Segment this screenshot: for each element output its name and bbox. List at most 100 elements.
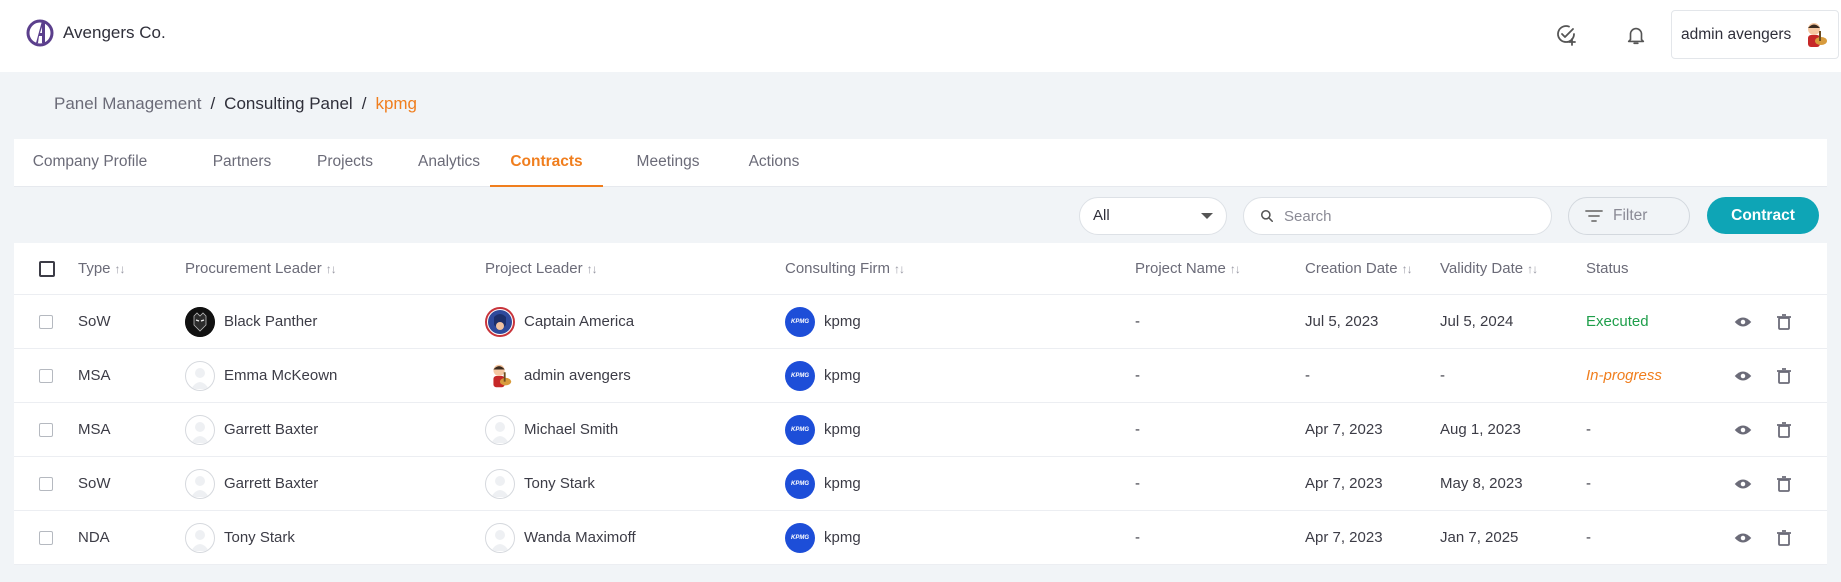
caret-down-icon	[1201, 213, 1213, 219]
trash-icon[interactable]	[1774, 474, 1794, 494]
header-type[interactable]: Type ↑↓	[78, 243, 126, 294]
trash-icon[interactable]	[1774, 420, 1794, 440]
bell-icon[interactable]	[1623, 22, 1649, 48]
tab-bar: Company Profile Partners Projects Analyt…	[14, 139, 1827, 187]
row-checkbox[interactable]	[39, 314, 53, 329]
trash-icon[interactable]	[1774, 312, 1794, 332]
eye-icon[interactable]	[1733, 420, 1753, 440]
table-row[interactable]: SoW Garrett Baxter Tony Stark KPMG kpmg - Apr …	[14, 457, 1827, 511]
kpmg-logo-icon: KPMG	[785, 414, 815, 445]
brand[interactable]: Avengers Co.	[26, 18, 166, 48]
consulting-firm-cell: KPMG kpmg	[785, 295, 861, 348]
validity-date-cell: May 8, 2023	[1440, 475, 1523, 492]
project-leader-cell: Wanda Maximoff	[485, 511, 636, 564]
contracts-table: Type ↑↓ Procurement Leader ↑↓ Project Lead…	[14, 243, 1827, 565]
row-checkbox-cell[interactable]	[39, 457, 53, 510]
creation-date-cell: -	[1305, 367, 1310, 384]
validity-date-cell: Jan 7, 2025	[1440, 529, 1519, 546]
top-bar: Avengers Co. admin avengers	[0, 0, 1841, 72]
add-contract-button[interactable]: Contract	[1707, 197, 1819, 234]
header-procurement-leader[interactable]: Procurement Leader ↑↓	[185, 243, 337, 294]
table-header: Type ↑↓ Procurement Leader ↑↓ Project Lead…	[14, 243, 1827, 295]
status-badge: Executed	[1586, 313, 1649, 330]
table-row[interactable]: NDA Tony Stark Wanda Maximoff KPMG kpmg - Apr …	[14, 511, 1827, 565]
creation-date-cell: Apr 7, 2023	[1305, 475, 1383, 492]
consulting-firm-cell: KPMG kpmg	[785, 511, 861, 564]
consulting-firm-cell: KPMG kpmg	[785, 457, 861, 510]
header-creation-date[interactable]: Creation Date ↑↓	[1305, 243, 1413, 294]
row-checkbox-cell[interactable]	[39, 403, 53, 456]
validity-date-cell: Jul 5, 2024	[1440, 313, 1514, 330]
table-row[interactable]: MSA Garrett Baxter Michael Smith KPMG kpmg - A…	[14, 403, 1827, 457]
trash-icon[interactable]	[1774, 366, 1794, 386]
brand-name: Avengers Co.	[63, 23, 166, 42]
type-select[interactable]: All	[1079, 197, 1227, 235]
sort-icon[interactable]: ↑↓	[894, 262, 905, 276]
procurement-leader-cell: Garrett Baxter	[185, 457, 318, 510]
sort-icon[interactable]: ↑↓	[326, 262, 337, 276]
row-checkbox-cell[interactable]	[39, 511, 53, 564]
creation-date-cell: Jul 5, 2023	[1305, 313, 1379, 330]
kpmg-logo-icon: KPMG	[785, 468, 815, 499]
user-name: admin avengers	[1681, 25, 1792, 43]
avatar	[485, 414, 515, 445]
sort-icon[interactable]: ↑↓	[115, 262, 126, 276]
tab-analytics[interactable]: Analytics	[401, 139, 497, 187]
table-row[interactable]: MSA Emma McKeown admin avengers KPMG kpmg - - -…	[14, 349, 1827, 403]
sort-icon[interactable]: ↑↓	[1527, 262, 1538, 276]
tab-partners[interactable]: Partners	[194, 139, 290, 187]
breadcrumb-current: kpmg	[375, 94, 418, 113]
avatar	[185, 414, 215, 445]
project-name-cell: -	[1135, 313, 1140, 330]
sort-icon[interactable]: ↑↓	[1402, 262, 1413, 276]
row-checkbox[interactable]	[39, 368, 53, 383]
tab-projects[interactable]: Projects	[297, 139, 393, 187]
header-consulting-firm[interactable]: Consulting Firm ↑↓	[785, 243, 905, 294]
filter-button[interactable]: Filter	[1568, 197, 1690, 235]
tab-company-profile[interactable]: Company Profile	[28, 139, 152, 187]
tab-actions[interactable]: Actions	[726, 139, 822, 187]
trash-icon[interactable]	[1774, 528, 1794, 548]
type-select-value: All	[1093, 207, 1110, 224]
eye-icon[interactable]	[1733, 528, 1753, 548]
procurement-leader-cell: Tony Stark	[185, 511, 295, 564]
project-leader-cell: admin avengers	[485, 349, 631, 402]
eye-icon[interactable]	[1733, 366, 1753, 386]
row-checkbox-cell[interactable]	[39, 349, 53, 402]
select-all-checkbox-cell[interactable]	[39, 243, 55, 294]
breadcrumb-separator: /	[210, 94, 216, 113]
select-all-checkbox[interactable]	[39, 260, 55, 277]
creation-date-cell: Apr 7, 2023	[1305, 529, 1383, 546]
header-project-name[interactable]: Project Name ↑↓	[1135, 243, 1241, 294]
kpmg-logo-icon: KPMG	[785, 522, 815, 553]
sort-icon[interactable]: ↑↓	[587, 262, 598, 276]
avatar	[485, 468, 515, 499]
avatar	[485, 522, 515, 553]
user-menu[interactable]: admin avengers	[1671, 10, 1839, 59]
avatar	[185, 306, 215, 337]
consulting-firm-cell: KPMG kpmg	[785, 349, 861, 402]
project-leader-cell: Tony Stark	[485, 457, 595, 510]
table-row[interactable]: SoW Black Panther Captain America KPMG kpmg -…	[14, 295, 1827, 349]
row-checkbox[interactable]	[39, 422, 53, 437]
search-box[interactable]	[1243, 197, 1552, 235]
tab-meetings[interactable]: Meetings	[620, 139, 716, 187]
tab-contracts[interactable]: Contracts	[490, 139, 603, 187]
row-checkbox-cell[interactable]	[39, 295, 53, 348]
type-cell: MSA	[78, 367, 111, 384]
eye-icon[interactable]	[1733, 474, 1753, 494]
project-name-cell: -	[1135, 529, 1140, 546]
procurement-leader-cell: Garrett Baxter	[185, 403, 318, 456]
search-input[interactable]	[1284, 207, 1524, 225]
search-icon	[1260, 209, 1274, 223]
task-check-icon[interactable]	[1553, 22, 1579, 48]
breadcrumb-panel-management[interactable]: Panel Management	[54, 94, 201, 114]
project-leader-cell: Michael Smith	[485, 403, 618, 456]
row-checkbox[interactable]	[39, 476, 53, 491]
header-project-leader[interactable]: Project Leader ↑↓	[485, 243, 598, 294]
eye-icon[interactable]	[1733, 312, 1753, 332]
sort-icon[interactable]: ↑↓	[1230, 262, 1241, 276]
breadcrumb-consulting-panel[interactable]: Consulting Panel	[224, 94, 353, 114]
row-checkbox[interactable]	[39, 530, 53, 545]
header-validity-date[interactable]: Validity Date ↑↓	[1440, 243, 1538, 294]
